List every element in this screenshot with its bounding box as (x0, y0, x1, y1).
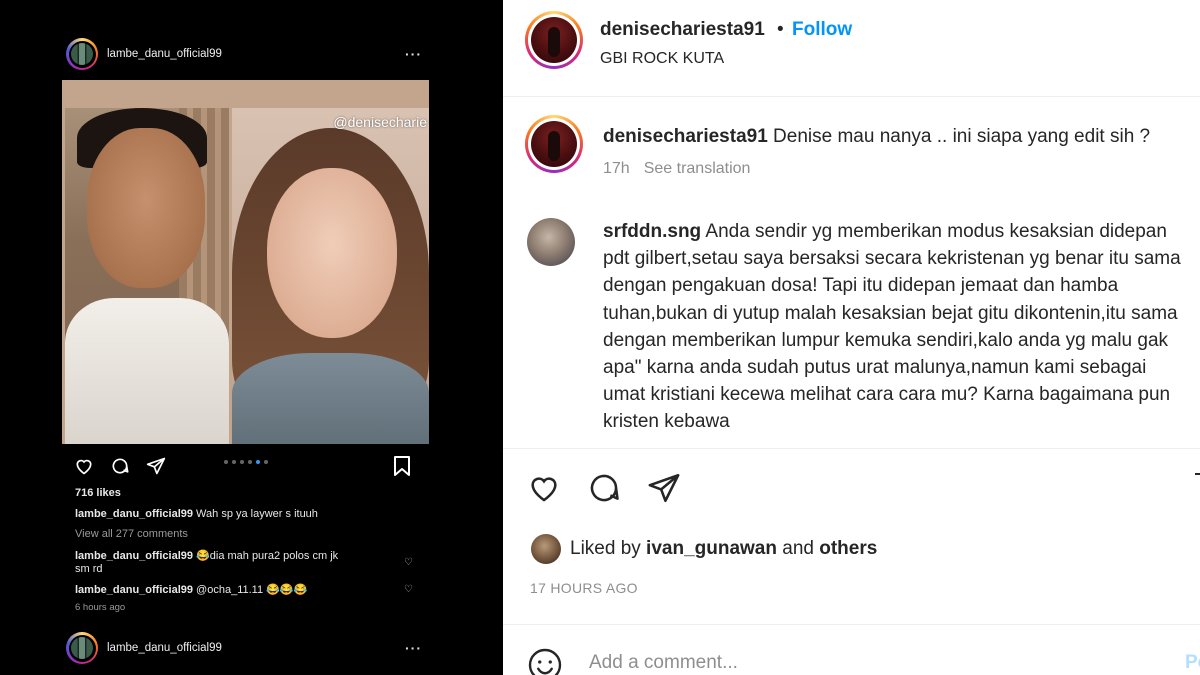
next-post-username[interactable]: lambe_danu_official99 (107, 642, 405, 654)
comment-item: srfddn.sng Anda sendir yg memberikan mod… (603, 218, 1193, 448)
next-post-header: lambe_danu_official99 ··· (66, 632, 422, 664)
comment-username[interactable]: srfddn.sng (603, 221, 701, 242)
action-bar (527, 470, 707, 506)
liked-by-prefix: Liked by (570, 538, 647, 559)
add-comment-input[interactable]: Add a comment... (589, 652, 738, 674)
liked-by-username[interactable]: ivan_gunawan (646, 538, 777, 559)
more-options-icon[interactable]: ··· (405, 46, 422, 62)
comment-icon[interactable] (110, 455, 132, 477)
header-username[interactable]: denisechariesta91 (600, 19, 765, 41)
photo-right-woman (232, 108, 429, 444)
embedded-action-bar (74, 455, 414, 477)
emoji-icon[interactable] (527, 647, 563, 675)
liked-by-text: Liked by ivan_gunawan and others (570, 538, 877, 560)
caption-text: Denise mau nanya .. ini siapa yang edit … (767, 126, 1151, 147)
embedded-time-ago: 6 hours ago (75, 602, 126, 613)
embedded-screenshot: lambe_danu_official99 ··· @denisecharie (0, 0, 503, 675)
header-separator: • (777, 19, 784, 40)
see-translation-link[interactable]: See translation (644, 160, 751, 177)
photo-left-man (65, 108, 229, 444)
bookmark-icon[interactable] (392, 455, 412, 482)
bookmark-icon[interactable] (1193, 472, 1200, 509)
heart-icon[interactable] (74, 455, 96, 477)
embedded-likes[interactable]: 716 likes (75, 487, 121, 499)
caption-avatar[interactable] (525, 115, 583, 173)
comment-text: @ocha_11.11 😂😂😂 (193, 584, 308, 596)
post-comment-button[interactable]: Post (1185, 652, 1200, 674)
share-icon[interactable] (647, 470, 683, 506)
embedded-caption: lambe_danu_official99 Wah sp ya laywer s… (75, 508, 318, 520)
more-options-icon[interactable]: ⋮ (1193, 30, 1200, 55)
comment-username[interactable]: lambe_danu_official99 (75, 550, 193, 562)
post-detail-panel: denisechariesta91 • Follow GBI ROCK KUTA… (503, 0, 1200, 675)
post-timestamp: 17 HOURS AGO (530, 580, 638, 596)
embedded-avatar[interactable] (66, 632, 98, 664)
commenter-avatar[interactable] (527, 218, 575, 266)
embedded-username[interactable]: lambe_danu_official99 (107, 48, 405, 60)
embedded-comment: lambe_danu_official99 @ocha_11.11 😂😂😂 (75, 583, 307, 596)
embedded-avatar[interactable] (66, 38, 98, 70)
comment-text: Anda sendir yg memberikan modus kesaksia… (603, 221, 1181, 433)
caption-username[interactable]: denisechariesta91 (603, 126, 768, 147)
location-link[interactable]: GBI ROCK KUTA (600, 50, 724, 68)
comment-icon[interactable] (587, 470, 623, 506)
embedded-post-photo: @denisecharie (62, 80, 429, 444)
comment-username[interactable]: lambe_danu_official99 (75, 584, 193, 596)
profile-avatar[interactable] (525, 11, 583, 69)
liked-by-others-link[interactable]: others (819, 538, 877, 559)
view-all-comments-link[interactable]: View all 277 comments (75, 528, 188, 540)
liked-by-avatar[interactable] (531, 534, 561, 564)
divider (503, 96, 1200, 97)
photo-mention-tag: @denisecharie (333, 114, 427, 130)
comment-like-heart-icon[interactable]: ♡ (404, 557, 413, 568)
caption-meta: 17h See translation (603, 160, 750, 178)
carousel-indicator (224, 460, 268, 464)
caption-text: Wah sp ya laywer s ituuh (193, 508, 318, 520)
caption-username[interactable]: lambe_danu_official99 (75, 508, 193, 520)
divider (503, 624, 1200, 625)
embedded-comment: lambe_danu_official99 😂dia mah pura2 pol… (75, 549, 338, 562)
more-options-icon[interactable]: ··· (405, 640, 422, 656)
liked-by-and: and (776, 538, 820, 559)
share-icon[interactable] (146, 455, 168, 477)
comment-like-heart-icon[interactable]: ♡ (404, 584, 413, 595)
divider (503, 448, 1200, 449)
comment-text: 😂dia mah pura2 polos cm jk (193, 550, 339, 562)
follow-button[interactable]: Follow (792, 19, 852, 41)
heart-icon[interactable] (527, 470, 563, 506)
embedded-post-header: lambe_danu_official99 ··· (66, 38, 422, 70)
post-caption: denisechariesta91 Denise mau nanya .. in… (603, 124, 1188, 150)
embedded-comment-continued: sm rd (75, 563, 103, 575)
caption-time: 17h (603, 160, 630, 177)
